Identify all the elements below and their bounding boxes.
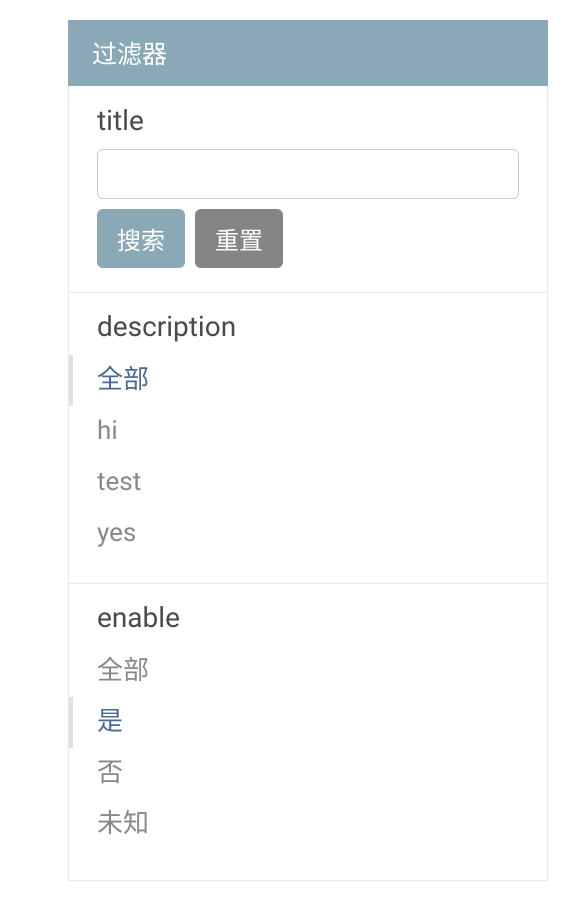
title-input[interactable] [97, 149, 519, 199]
description-option[interactable]: yes [69, 508, 547, 559]
filter-panel: 过滤器 title 搜索 重置 description 全部 hi test y… [68, 20, 548, 881]
enable-section-label: enable [69, 601, 547, 646]
enable-option[interactable]: 否 [69, 748, 547, 799]
enable-section: enable 全部 是 否 未知 [68, 583, 548, 881]
reset-button[interactable]: 重置 [195, 209, 283, 268]
description-option-list: 全部 hi test yes [69, 355, 547, 559]
search-button[interactable]: 搜索 [97, 209, 185, 268]
description-option[interactable]: 全部 [69, 355, 547, 406]
description-option[interactable]: hi [69, 406, 547, 457]
filter-header: 过滤器 [68, 20, 548, 86]
enable-option[interactable]: 是 [69, 697, 547, 748]
title-section-label: title [69, 104, 547, 149]
description-option[interactable]: test [69, 457, 547, 508]
title-section: title 搜索 重置 [68, 86, 548, 293]
title-input-wrap: 搜索 重置 [69, 149, 547, 268]
description-section: description 全部 hi test yes [68, 292, 548, 584]
filter-header-title: 过滤器 [92, 41, 167, 70]
enable-option-list: 全部 是 否 未知 [69, 646, 547, 850]
description-section-label: description [69, 310, 547, 355]
enable-option[interactable]: 未知 [69, 799, 547, 850]
enable-option[interactable]: 全部 [69, 646, 547, 697]
